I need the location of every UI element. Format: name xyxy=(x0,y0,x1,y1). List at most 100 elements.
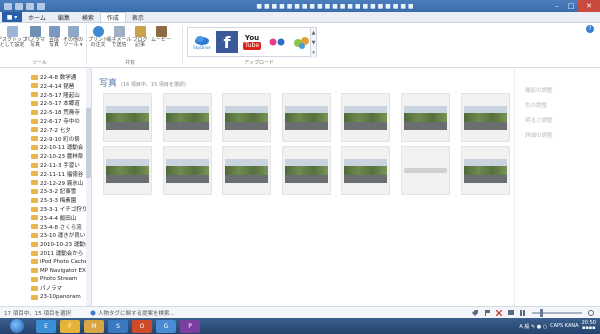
redo-icon[interactable] xyxy=(37,2,45,10)
folder-icon xyxy=(31,285,38,291)
photo-image xyxy=(106,105,149,130)
tag-icon[interactable] xyxy=(472,309,478,316)
folder-label: 22-10-23 農林祭 xyxy=(40,154,84,161)
photo-thumbnail[interactable] xyxy=(222,93,271,142)
photo-thumbnail[interactable] xyxy=(103,93,152,142)
tab-search[interactable]: 検索 xyxy=(76,12,100,22)
nav-scroll-thumb[interactable] xyxy=(86,108,91,178)
order-prints-button[interactable]: プリント の注文 xyxy=(88,26,109,48)
maximize-button[interactable]: □ xyxy=(564,0,578,12)
folder-label: 22-4-8 数学通 xyxy=(40,75,77,81)
gallery-scroll[interactable]: ▲ ▼ ▾ xyxy=(310,28,316,58)
caps-indicator: CAPS KANA xyxy=(550,323,579,329)
photo-thumbnail[interactable] xyxy=(401,146,450,195)
detail-item: 撮影の調整 xyxy=(525,88,553,94)
info-pane-icon[interactable] xyxy=(508,309,514,316)
nav-scrollbar[interactable] xyxy=(86,68,91,306)
save-icon[interactable] xyxy=(15,2,23,10)
photo-image xyxy=(285,158,328,183)
folder-label: パノラマ xyxy=(40,286,63,293)
gallery-down-icon[interactable]: ▼ xyxy=(312,40,316,46)
people-tag-suggestion[interactable]: 人物タグに関する提案を検索... xyxy=(90,309,175,317)
photo-image xyxy=(106,158,149,183)
zoom-knob[interactable] xyxy=(540,308,543,317)
group-label-share: 共有 xyxy=(125,60,136,66)
photo-thumbnail[interactable] xyxy=(222,146,271,195)
order-prints-label: プリント の注文 xyxy=(88,37,109,48)
title-bar: ■ ■ ■ ■ ■ ■ ■ ■ ■ ■ ■ ■ ■ ■ ■ ■ ■ ■ ■ ■ … xyxy=(0,0,600,12)
start-button[interactable] xyxy=(10,319,24,333)
taskbar-app-icon[interactable]: M xyxy=(84,319,104,333)
flickr-icon xyxy=(269,38,285,46)
photo-thumbnail[interactable] xyxy=(461,93,510,142)
taskbar-app-icon[interactable]: F xyxy=(60,319,80,333)
folder-label: 22-10-11 運動会 xyxy=(40,145,84,152)
clock[interactable]: 20:50 ▪▪▪▪ xyxy=(582,321,596,331)
gallery-up-icon[interactable]: ▲ xyxy=(312,30,316,36)
photo-thumbnail[interactable] xyxy=(401,93,450,142)
taskbar-app-icon[interactable]: P xyxy=(180,319,200,333)
folder-label: Photo Stream xyxy=(40,276,78,283)
help-icon[interactable]: ? xyxy=(586,25,594,33)
skydrive-button[interactable]: SkyDrive xyxy=(191,31,213,53)
folder-label: 22-6-17 寺中の xyxy=(40,119,80,125)
other-tools-button[interactable]: その他の ツール ▾ xyxy=(63,26,83,48)
folder-icon xyxy=(31,294,38,300)
zoom-slider[interactable] xyxy=(532,308,582,317)
group-label-upload: アップロード xyxy=(244,60,275,66)
close-button[interactable]: ✕ xyxy=(578,0,600,12)
folder-label: 22-5-17 隆起山 xyxy=(40,92,80,99)
folder-icon xyxy=(31,109,38,115)
photo-image xyxy=(464,158,507,183)
photo-thumbnail[interactable] xyxy=(461,146,510,195)
facebook-button[interactable]: f xyxy=(216,31,238,53)
photo-thumbnail[interactable] xyxy=(282,146,331,195)
file-menu-button[interactable]: ■ ▾ xyxy=(2,12,22,22)
minimize-button[interactable]: – xyxy=(550,0,564,12)
zoom-in-icon[interactable] xyxy=(588,309,594,316)
skydrive-label: SkyDrive xyxy=(193,44,211,50)
tab-edit[interactable]: 編集 xyxy=(52,12,76,22)
system-tray: A 般 ✎ ● ○ CAPS KANA 20:50 ▪▪▪▪ xyxy=(519,321,600,331)
photo-thumbnail[interactable] xyxy=(282,93,331,142)
folder-item[interactable]: 23-10panoram xyxy=(31,292,81,302)
movie-button[interactable]: ムービー xyxy=(151,26,171,43)
group-separator xyxy=(182,26,183,64)
photo-fuse-icon xyxy=(48,26,60,37)
gallery-more-icon[interactable]: ▾ xyxy=(312,50,315,56)
flag-icon[interactable] xyxy=(484,309,490,316)
youtube-button[interactable]: You Tube xyxy=(241,31,263,53)
taskbar-app-icon[interactable]: S xyxy=(108,319,128,333)
email-button[interactable]: 電子メール で送信 xyxy=(107,26,132,48)
language-bar[interactable]: A 般 ✎ ● ○ xyxy=(519,323,547,330)
youtube-icon-top: You xyxy=(244,34,260,42)
photo-thumbnail[interactable] xyxy=(163,146,212,195)
tab-create[interactable]: 作成 xyxy=(99,12,126,22)
folder-icon xyxy=(31,259,38,265)
undo-icon[interactable] xyxy=(26,2,34,10)
youtube-icon-bottom: Tube xyxy=(242,42,262,50)
blog-post-button[interactable]: ブログ 記事 xyxy=(131,26,149,48)
taskbar-app-icon[interactable]: E xyxy=(36,319,56,333)
set-as-desktop-button[interactable]: デスクトップ として設定 xyxy=(0,26,27,48)
tab-home[interactable]: ホーム xyxy=(22,12,52,22)
ribbon: デスクトップ として設定 パノラマ 写真 合成 写真 その他の ツール ▾ ツー… xyxy=(0,23,600,68)
photo-thumbnail[interactable] xyxy=(163,93,212,142)
photo-thumbnail[interactable] xyxy=(103,146,152,195)
taskbar-app-icon[interactable]: G xyxy=(156,319,176,333)
app-icon[interactable] xyxy=(4,2,12,10)
status-selection: 17 項目中、15 項目を選択 xyxy=(4,310,71,317)
taskbar-app-icon[interactable]: O xyxy=(132,319,152,333)
film-icon xyxy=(155,26,167,37)
delete-icon[interactable] xyxy=(496,309,502,316)
folder-icon xyxy=(31,118,38,124)
view-toggle-icon[interactable] xyxy=(520,309,526,316)
folder-icon xyxy=(31,250,38,256)
photo-thumbnail[interactable] xyxy=(341,146,390,195)
photo-fuse-button[interactable]: 合成 写真 xyxy=(45,26,63,48)
photo-thumbnail[interactable] xyxy=(341,93,390,142)
panorama-button[interactable]: パノラマ 写真 xyxy=(25,26,45,48)
flickr-button[interactable] xyxy=(266,31,288,53)
desktop-icon xyxy=(6,26,18,37)
tab-view[interactable]: 表示 xyxy=(126,12,150,22)
